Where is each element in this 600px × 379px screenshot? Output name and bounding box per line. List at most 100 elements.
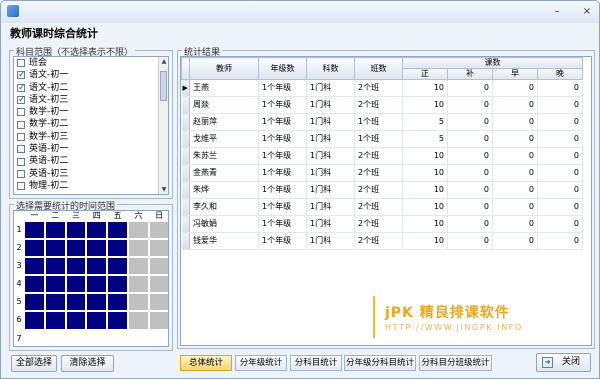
period-header[interactable]: 5: [14, 293, 24, 311]
table-row[interactable]: ▶ 王燕 1个年级 1门科 2个班 10 0 0 0: [181, 79, 583, 97]
cell-zheng[interactable]: 10: [402, 181, 448, 199]
time-cell[interactable]: [44, 275, 66, 294]
time-cell[interactable]: [148, 239, 168, 258]
subject-list[interactable]: 班会语文-初一语文-初二语文-初三数学-初一数学-初二数学-初三英语-初一英语-…: [13, 56, 169, 195]
time-cell[interactable]: [24, 257, 45, 276]
time-cell[interactable]: [86, 275, 108, 294]
cell-classes[interactable]: 2个班: [354, 215, 403, 233]
time-cell[interactable]: [127, 239, 149, 258]
cell-wan[interactable]: 0: [537, 198, 583, 216]
subject-item[interactable]: 英语-初二: [14, 155, 168, 167]
row-indicator[interactable]: [181, 113, 190, 131]
subject-item[interactable]: 数学-初二: [14, 118, 168, 130]
subject-checkbox[interactable]: [17, 145, 25, 154]
subject-checkbox[interactable]: [17, 82, 26, 94]
cell-wan[interactable]: 0: [537, 232, 583, 250]
time-cell[interactable]: [86, 239, 108, 258]
cell-zao[interactable]: 0: [492, 181, 538, 199]
table-row[interactable]: 戈维平 1个年级 1门科 1个班 5 0 0 0: [181, 130, 583, 148]
time-cell[interactable]: [44, 329, 66, 346]
cell-subjects[interactable]: 1门科: [306, 113, 355, 131]
subject-checkbox[interactable]: [17, 108, 25, 117]
cell-zao[interactable]: 0: [492, 198, 538, 216]
tab-0[interactable]: 总体统计: [180, 355, 232, 371]
tab-3[interactable]: 分年级分科目统计: [344, 355, 416, 371]
minimize-button[interactable]: –: [551, 6, 563, 18]
day-header[interactable]: 四: [86, 211, 107, 221]
period-header[interactable]: 4: [14, 275, 24, 293]
time-cell[interactable]: [44, 239, 66, 258]
cell-grades[interactable]: 1个年级: [258, 79, 307, 97]
cell-teacher[interactable]: 朱烨: [189, 181, 259, 199]
cell-zheng[interactable]: 10: [402, 215, 448, 233]
close-button[interactable]: ➜ 关闭: [536, 353, 591, 372]
time-cell[interactable]: [65, 257, 87, 276]
cell-wan[interactable]: 0: [537, 215, 583, 233]
cell-zheng[interactable]: 10: [402, 96, 448, 114]
cell-zheng[interactable]: 10: [402, 198, 448, 216]
clear-selection-button[interactable]: 清除选择: [61, 355, 114, 372]
time-cell[interactable]: [65, 275, 87, 294]
row-indicator[interactable]: [181, 181, 190, 199]
time-cell[interactable]: [65, 293, 87, 312]
col-zao[interactable]: 早: [492, 68, 538, 80]
cell-classes[interactable]: 2个班: [354, 96, 403, 114]
time-cell[interactable]: [148, 275, 168, 294]
day-header[interactable]: 六: [128, 211, 149, 221]
table-row[interactable]: 钱爱华 1个年级 1门科 2个班 10 0 0 0: [181, 232, 583, 250]
col-subjects[interactable]: 科数: [306, 57, 355, 80]
time-cell[interactable]: [44, 257, 66, 276]
subject-checkbox[interactable]: [17, 132, 25, 141]
cell-classes[interactable]: 2个班: [354, 164, 403, 182]
subject-checkbox[interactable]: [17, 94, 26, 106]
cell-teacher[interactable]: 李久和: [189, 198, 259, 216]
cell-zheng[interactable]: 10: [402, 147, 448, 165]
cell-subjects[interactable]: 1门科: [306, 164, 355, 182]
col-classes[interactable]: 班数: [354, 57, 403, 80]
cell-teacher[interactable]: 戈维平: [189, 130, 259, 148]
current-row-arrow-icon[interactable]: ▶: [181, 79, 190, 97]
scroll-thumb[interactable]: [160, 71, 167, 101]
cell-grades[interactable]: 1个年级: [258, 164, 307, 182]
cell-classes[interactable]: 2个班: [354, 232, 403, 250]
cell-zheng[interactable]: 5: [402, 113, 448, 131]
time-cell[interactable]: [107, 311, 128, 330]
cell-bu[interactable]: 0: [447, 79, 493, 97]
cell-subjects[interactable]: 1门科: [306, 130, 355, 148]
cell-teacher[interactable]: 冯敏娟: [189, 215, 259, 233]
cell-wan[interactable]: 0: [537, 79, 583, 97]
cell-bu[interactable]: 0: [447, 215, 493, 233]
cell-zao[interactable]: 0: [492, 232, 538, 250]
cell-zao[interactable]: 0: [492, 96, 538, 114]
subject-checkbox[interactable]: [17, 59, 25, 68]
cell-teacher[interactable]: 周燚: [189, 96, 259, 114]
subject-list-scrollbar[interactable]: ▲ ▼: [158, 57, 168, 194]
tab-4[interactable]: 分科目分班级统计: [419, 355, 492, 371]
table-row[interactable]: 朱苏兰 1个年级 1门科 2个班 10 0 0 0: [181, 147, 583, 165]
time-cell[interactable]: [127, 311, 149, 330]
time-cell[interactable]: [24, 311, 45, 330]
table-row[interactable]: 周燚 1个年级 1门科 2个班 10 0 0 0: [181, 96, 583, 114]
close-window-button[interactable]: ×: [581, 6, 593, 18]
cell-classes[interactable]: 1个班: [354, 130, 403, 148]
table-row[interactable]: 金燕青 1个年级 1门科 2个班 10 0 0 0: [181, 164, 583, 182]
time-cell[interactable]: [65, 221, 87, 240]
time-cell[interactable]: [44, 221, 66, 240]
cell-zheng[interactable]: 5: [402, 130, 448, 148]
cell-bu[interactable]: 0: [447, 147, 493, 165]
cell-zao[interactable]: 0: [492, 79, 538, 97]
subject-item[interactable]: 数学-初三: [14, 131, 168, 143]
cell-wan[interactable]: 0: [537, 96, 583, 114]
cell-subjects[interactable]: 1门科: [306, 232, 355, 250]
time-cell[interactable]: [107, 239, 128, 258]
time-cell[interactable]: [148, 257, 168, 276]
day-header[interactable]: 五: [107, 211, 128, 221]
subject-checkbox[interactable]: [17, 69, 26, 82]
cell-subjects[interactable]: 1门科: [306, 147, 355, 165]
subject-checkbox[interactable]: [17, 169, 25, 178]
time-cell[interactable]: [86, 257, 108, 276]
time-cell[interactable]: [24, 329, 45, 346]
cell-wan[interactable]: 0: [537, 164, 583, 182]
col-zheng[interactable]: 正: [402, 68, 448, 80]
row-indicator[interactable]: [181, 130, 190, 148]
